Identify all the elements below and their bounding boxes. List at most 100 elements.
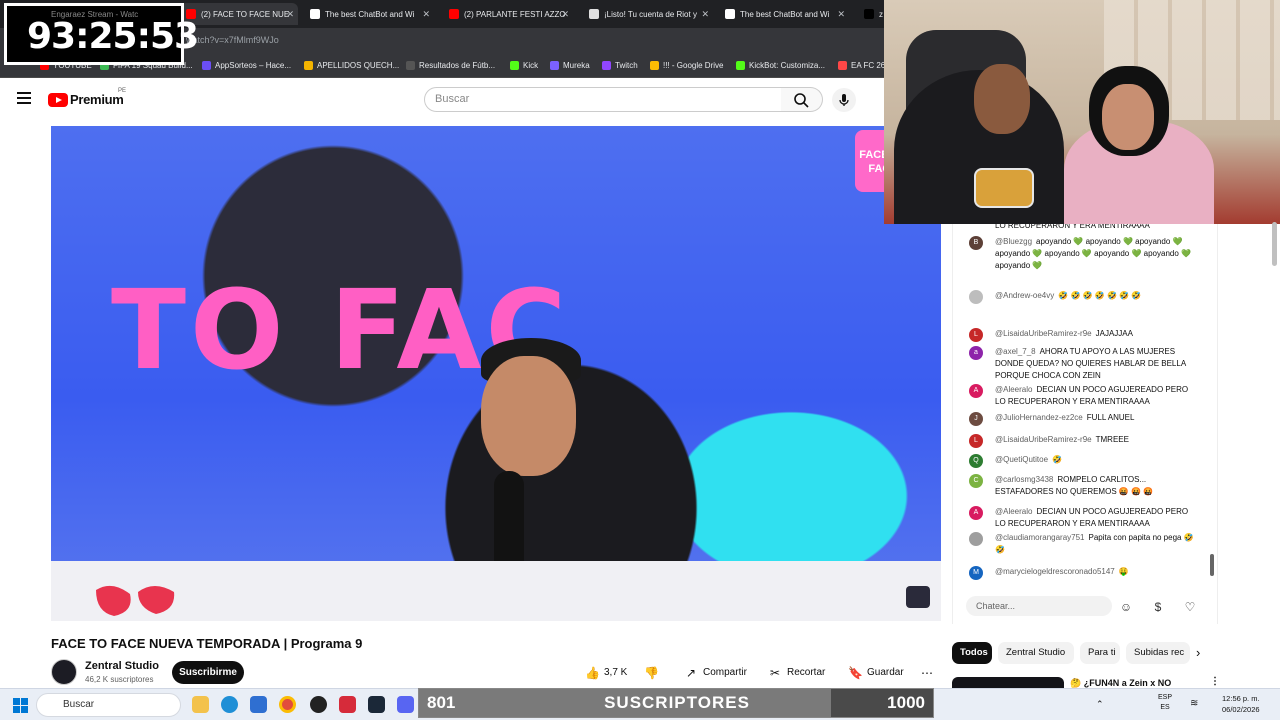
channel-name[interactable]: Zentral Studio (85, 660, 159, 672)
emoji-icon[interactable]: ☺ (1119, 600, 1133, 614)
menu-icon[interactable] (17, 92, 31, 104)
chat-avatar[interactable]: M (969, 566, 983, 580)
browser-tab[interactable]: ¡Listo! Tu cuenta de Riot y ✕ (583, 3, 713, 25)
video-player[interactable]: TO FAC (51, 126, 941, 621)
browser-tab[interactable]: The best ChatBot and Wi ✕ (304, 3, 434, 25)
language-indicator[interactable]: ESP ES (1158, 693, 1172, 713)
chat-author[interactable]: @Andrew-oe4vy (995, 291, 1054, 300)
chat-avatar[interactable]: L (969, 328, 983, 342)
like-button[interactable]: 👍 3,7 K (585, 661, 627, 684)
wifi-icon[interactable]: ≋ (1190, 698, 1202, 710)
chat-author[interactable]: @Aleeralo (995, 385, 1032, 394)
chat-author[interactable]: @carlosmg3438 (995, 475, 1053, 484)
tab-close-icon[interactable]: ✕ (286, 9, 294, 20)
chat-avatar[interactable]: L (969, 434, 983, 448)
page-scrollbar[interactable] (1272, 222, 1277, 266)
chat-author[interactable]: @axel_7_8 (995, 347, 1036, 356)
chat-avatar[interactable]: C (969, 474, 983, 488)
tab-close-icon[interactable]: ✕ (701, 9, 709, 20)
share-button[interactable]: ↗ Compartir (684, 661, 747, 684)
bookmark-item[interactable]: EA FC 26 (838, 61, 885, 70)
bookmark-item[interactable]: !!! - Google Drive (650, 61, 723, 70)
channel-watermark-icon[interactable] (906, 586, 930, 608)
bookmark-item[interactable]: Resultados de Fútb... (406, 61, 495, 70)
chat-avatar[interactable]: a (969, 346, 983, 360)
bookmark-favicon-icon (650, 61, 659, 70)
youtube-brand[interactable]: Premium (70, 92, 124, 107)
chat-avatar[interactable]: B (969, 236, 983, 250)
filter-chip[interactable]: Todos (952, 642, 992, 664)
chevron-right-icon[interactable]: › (1196, 645, 1200, 660)
clip-button[interactable]: ✂ Recortar (768, 661, 825, 684)
system-clock[interactable]: 12:56 p. m. 06/02/2026 (1222, 693, 1260, 715)
chat-author[interactable]: @Bluezgg (995, 237, 1032, 246)
bookmark-favicon-icon (406, 61, 415, 70)
webcam-food-container (974, 168, 1034, 208)
chat-avatar[interactable] (969, 532, 983, 546)
bookmark-icon: 🔖 (848, 665, 863, 680)
tab-favicon-icon (310, 9, 320, 19)
voice-search-button[interactable] (832, 88, 856, 112)
file-explorer-icon[interactable] (192, 696, 209, 713)
edge-icon[interactable] (221, 696, 238, 713)
chat-avatar[interactable]: J (969, 412, 983, 426)
chat-author[interactable]: @JulioHernandez-ez2ce (995, 413, 1083, 422)
chat-author[interactable]: @claudiamorangaray751 (995, 533, 1085, 542)
subscribe-button[interactable]: Suscribirme (172, 661, 244, 684)
tab-close-icon[interactable]: ✕ (837, 9, 845, 20)
super-chat-icon[interactable]: $ (1151, 600, 1165, 614)
dislike-button[interactable]: 👎 (644, 661, 659, 684)
taskbar-search[interactable]: Buscar (36, 693, 181, 717)
chat-scrollbar[interactable] (1210, 554, 1214, 576)
chat-author[interactable]: @LisaidaUribeRamirez-r9e (995, 329, 1092, 338)
bookmark-favicon-icon (550, 61, 559, 70)
chat-avatar[interactable]: A (969, 506, 983, 520)
chevron-up-icon[interactable]: ⌃ (1096, 699, 1108, 711)
bookmark-item[interactable]: AppSorteos – Hace... (202, 61, 291, 70)
bookmark-label: EA FC 26 (851, 61, 886, 70)
filter-chip[interactable]: Subidas rec (1126, 642, 1190, 664)
chat-input[interactable]: Chatear... (966, 596, 1112, 616)
discord-icon[interactable] (397, 696, 414, 713)
save-button[interactable]: 🔖 Guardar (848, 661, 904, 684)
filter-chip[interactable]: Para ti (1080, 642, 1120, 664)
obs-icon[interactable] (310, 696, 327, 713)
chat-author[interactable]: @LisaidaUribeRamirez-r9e (995, 435, 1092, 444)
timer-value: 93:25:53 (27, 16, 199, 57)
more-vert-icon[interactable]: ⋮ (1210, 676, 1220, 687)
tab-close-icon[interactable]: ✕ (422, 9, 430, 20)
steam-icon[interactable] (368, 696, 385, 713)
bookmark-item[interactable]: Twitch (602, 61, 638, 70)
video-person-face (481, 356, 576, 476)
chat-avatar[interactable] (969, 290, 983, 304)
bookmark-item[interactable]: Kick (510, 61, 538, 70)
filter-chip[interactable]: Zentral Studio (998, 642, 1074, 664)
browser-tab[interactable]: z (858, 3, 884, 25)
windows-start-icon[interactable] (13, 698, 28, 713)
url-field[interactable]: watch?v=x7fMlmf9WJo (186, 35, 279, 45)
bookmark-item[interactable]: KickBot: Customiza... (736, 61, 825, 70)
browser-tab[interactable]: (2) PARLANTE FESTI AZZO ✕ (443, 3, 573, 25)
app-icon[interactable] (339, 696, 356, 713)
chat-author[interactable]: @marycielogeldrescoronado5147 (995, 567, 1115, 576)
subscriber-goal: 1000 (887, 693, 925, 712)
chrome-icon[interactable] (279, 696, 296, 713)
more-actions-button[interactable]: ⋯ (920, 661, 934, 684)
bookmark-item[interactable]: APELLIDOS QUECH... (304, 61, 399, 70)
chat-avatar[interactable]: Q (969, 454, 983, 468)
tab-close-icon[interactable]: ✕ (561, 9, 569, 20)
channel-avatar[interactable] (51, 659, 77, 685)
chat-author[interactable]: @QuetiQutitoe (995, 455, 1048, 464)
video-title: FACE TO FACE NUEVA TEMPORADA | Programa … (51, 636, 363, 651)
browser-tab[interactable]: The best ChatBot and Wi ✕ (719, 3, 849, 25)
chat-author[interactable]: @Aleeralo (995, 507, 1032, 516)
search-button[interactable] (781, 87, 823, 112)
chat-text: FULL ANUEL (1086, 413, 1135, 422)
store-icon[interactable] (250, 696, 267, 713)
bookmark-item[interactable]: Mureka (550, 61, 590, 70)
tab-title: The best ChatBot and Wi (325, 9, 415, 19)
search-input[interactable]: Buscar (424, 87, 782, 112)
youtube-logo-icon[interactable] (48, 93, 68, 107)
chat-avatar[interactable]: A (969, 384, 983, 398)
heart-icon[interactable]: ♡ (1183, 600, 1197, 614)
